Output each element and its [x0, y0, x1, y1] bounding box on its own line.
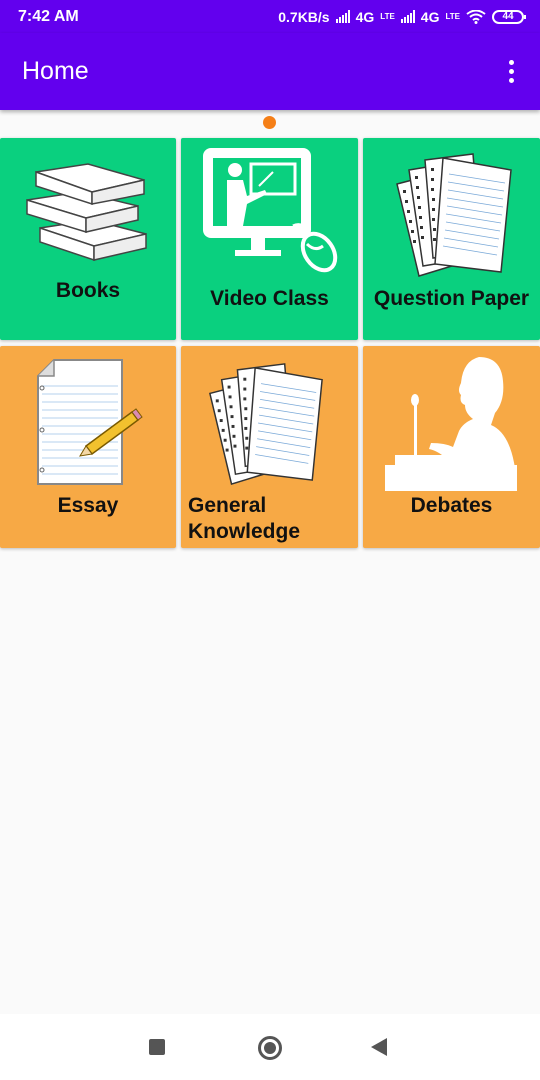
question-paper-icon	[396, 153, 512, 277]
page-title: Home	[22, 57, 89, 85]
signal-icon	[335, 10, 350, 23]
recent-apps-icon[interactable]	[149, 1039, 165, 1055]
debates-icon	[385, 357, 517, 491]
tile-general-knowledge[interactable]: General Knowledge	[181, 346, 358, 548]
network-speed: 0.7KB/s	[278, 8, 330, 25]
essay-icon	[37, 359, 143, 485]
video-class-icon	[203, 148, 338, 273]
tile-video-class[interactable]: Video Class	[181, 138, 358, 340]
tile-label-video-class: Video Class	[210, 287, 329, 310]
app-bar: Home	[0, 33, 540, 110]
general-knowledge-icon	[208, 363, 323, 485]
status-time: 7:42 AM	[18, 7, 79, 25]
back-icon[interactable]	[371, 1038, 387, 1056]
system-nav-bar	[0, 1014, 540, 1080]
category-grid: Books Video Class Question Paper Essay G…	[0, 138, 540, 548]
tile-question-paper[interactable]: Question Paper	[363, 138, 540, 340]
lte-label-1: LTE	[380, 12, 395, 21]
tile-label-question-paper: Question Paper	[373, 287, 530, 310]
lte-label-2: LTE	[445, 12, 460, 21]
home-icon[interactable]	[258, 1036, 282, 1060]
tile-debates[interactable]: Debates	[363, 346, 540, 548]
page-indicator-dot	[263, 116, 276, 129]
tile-label-general-knowledge: General Knowledge	[188, 494, 301, 543]
overflow-menu-icon[interactable]	[505, 56, 518, 87]
tile-label-books: Books	[55, 279, 121, 302]
tile-label-essay: Essay	[57, 494, 119, 517]
network-type-1: 4G	[355, 8, 375, 25]
tile-essay[interactable]: Essay	[0, 346, 176, 548]
tile-books[interactable]: Books	[0, 138, 176, 340]
status-indicators: 0.7KB/s 4G LTE 4G LTE 44	[278, 8, 526, 25]
network-type-2: 4G	[420, 8, 440, 25]
tile-label-debates: Debates	[410, 494, 493, 517]
signal-icon-2	[400, 10, 415, 23]
status-bar: 7:42 AM 0.7KB/s 4G LTE 4G LTE 44	[0, 0, 540, 33]
battery-icon: 44	[492, 9, 526, 24]
books-icon	[26, 163, 147, 262]
wifi-icon	[466, 9, 486, 24]
